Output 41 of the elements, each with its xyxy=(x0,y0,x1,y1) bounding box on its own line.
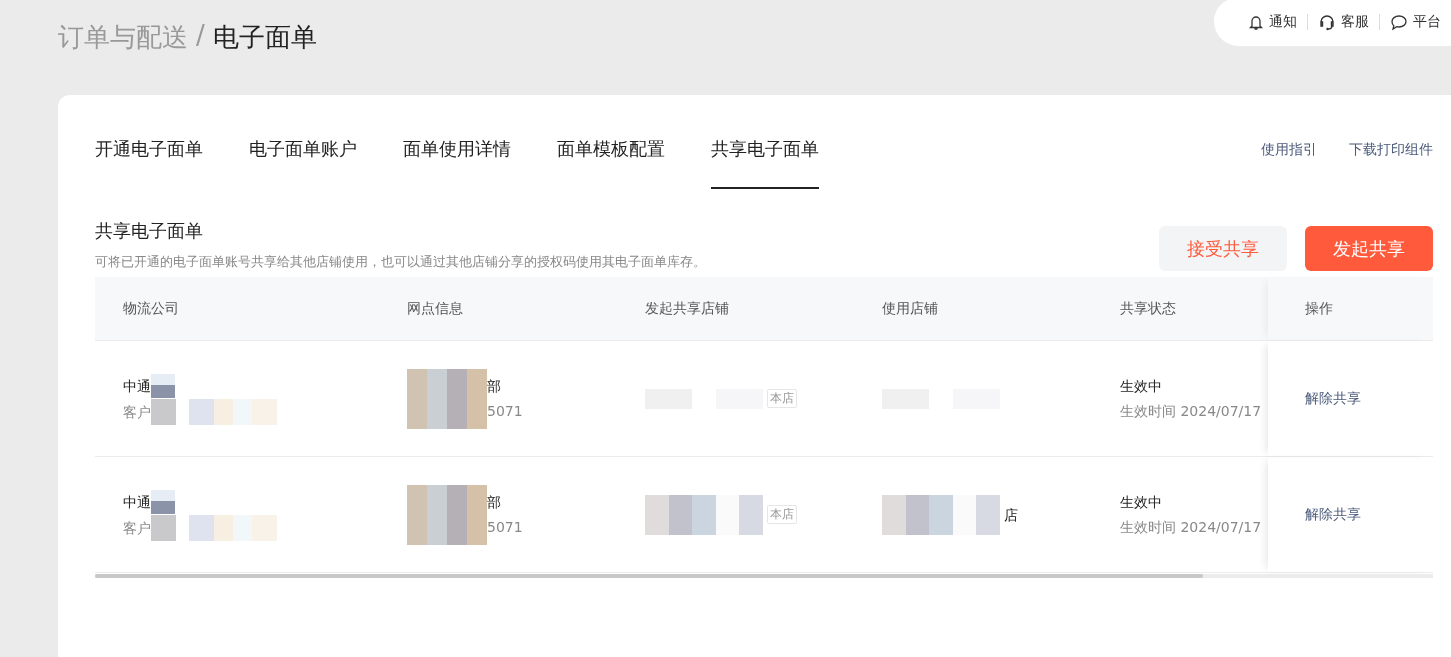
table-cell-text: 5071 xyxy=(487,517,523,537)
table-cell-text: 客户 xyxy=(123,518,151,538)
column-header: 共享状态 xyxy=(1120,299,1176,316)
table-cell-text: 5071 xyxy=(487,401,523,421)
unshare-link[interactable]: 解除共享 xyxy=(1305,505,1361,524)
column-header: 使用店铺 xyxy=(882,299,938,316)
column-header: 发起共享店铺 xyxy=(645,299,729,316)
tab[interactable]: 电子面单账户 xyxy=(249,125,357,189)
status-text: 生效中 xyxy=(1120,376,1163,396)
table-cell-text: 中通 xyxy=(123,492,151,512)
tab[interactable]: 面单模板配置 xyxy=(557,125,665,189)
top-link[interactable]: 平台 xyxy=(1380,13,1451,31)
unshare-link[interactable]: 解除共享 xyxy=(1305,389,1361,408)
tab[interactable]: 面单使用详情 xyxy=(403,125,511,189)
chat-bubble-icon xyxy=(1390,13,1408,31)
table-cell-text: 部 xyxy=(487,492,502,512)
section-description: 可将已开通的电子面单账号共享给其他店铺使用，也可以通过其他店铺分享的授权码使用其电子面单库存。 xyxy=(95,253,706,271)
column-header: 操作 xyxy=(1305,299,1333,318)
tab[interactable]: 开通电子面单 xyxy=(95,125,203,189)
table-cell-text: 店 xyxy=(1004,505,1018,525)
top-link[interactable]: 通知 xyxy=(1238,13,1307,31)
bell-icon xyxy=(1248,13,1264,31)
link[interactable]: 下载打印组件 xyxy=(1349,141,1433,159)
tab[interactable]: 共享电子面单 xyxy=(711,125,819,189)
column-header: 物流公司 xyxy=(123,299,179,316)
breadcrumb-separator: / xyxy=(196,20,205,52)
effective-time: 生效时间 2024/07/17 xyxy=(1120,401,1263,421)
scrollbar-thumb[interactable] xyxy=(95,574,1203,578)
store-tag: 本店 xyxy=(767,389,797,408)
status-text: 生效中 xyxy=(1120,492,1163,512)
link[interactable]: 使用指引 xyxy=(1261,141,1317,159)
table-cell-text: 客户 xyxy=(123,402,151,422)
page-title: 电子面单 xyxy=(212,21,317,54)
headset-icon xyxy=(1318,13,1336,31)
store-tag: 本店 xyxy=(767,505,797,524)
table-cell-text: 中通 xyxy=(123,376,151,396)
table-cell-text: 部 xyxy=(487,376,502,396)
section-title: 共享电子面单 xyxy=(95,219,204,243)
column-header: 网点信息 xyxy=(407,299,463,316)
effective-time: 生效时间 2024/07/17 xyxy=(1120,517,1263,537)
top-link[interactable]: 客服 xyxy=(1308,13,1379,31)
